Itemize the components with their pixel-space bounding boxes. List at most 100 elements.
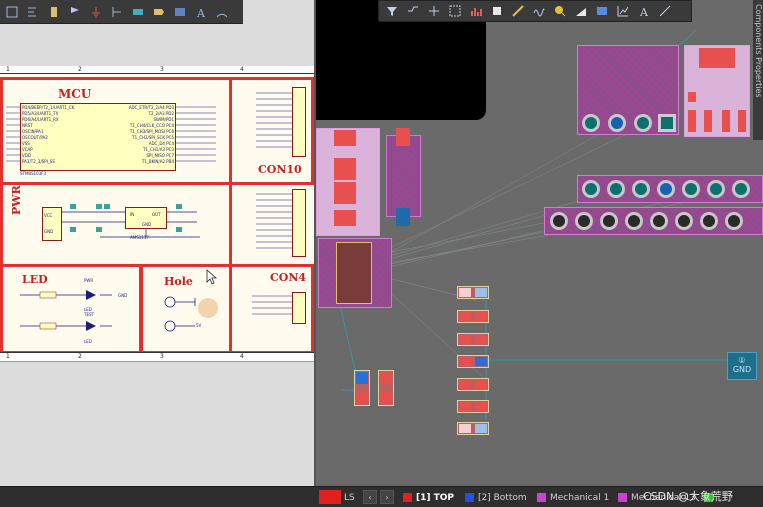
- smd-resistor[interactable]: [457, 378, 489, 391]
- led-gnd: GND: [118, 293, 128, 298]
- ruler-top-4: 4: [240, 66, 244, 73]
- mcu-pin-label-left: VSS: [22, 141, 30, 146]
- layer-label-mech1: Mechanical 1: [550, 492, 610, 503]
- power-icon[interactable]: [87, 3, 105, 21]
- schematic-toolbar: A: [0, 0, 243, 24]
- layer-prev-button[interactable]: ‹: [363, 490, 377, 504]
- pad-hole: [582, 180, 600, 198]
- flag-icon[interactable]: [66, 3, 84, 21]
- part-icon[interactable]: [129, 3, 147, 21]
- usb-pad: [738, 110, 746, 132]
- smd-resistor[interactable]: [457, 333, 489, 346]
- add-icon[interactable]: [425, 2, 443, 20]
- pwr-gnd: GND: [44, 229, 54, 234]
- wave-icon[interactable]: [530, 2, 548, 20]
- mcu-pin-label-left: OSCOUT/PA2: [22, 135, 48, 140]
- xtal-pad: [334, 130, 356, 146]
- smd-resistor[interactable]: [457, 355, 489, 368]
- port-icon[interactable]: [108, 3, 126, 21]
- smd-resistor[interactable]: [457, 422, 489, 435]
- smd-resistor[interactable]: [457, 310, 489, 323]
- pwr-vcc: VCC: [44, 213, 53, 218]
- arc-icon[interactable]: [213, 3, 231, 21]
- layer-next-button[interactable]: ›: [380, 490, 394, 504]
- rect-icon[interactable]: [446, 2, 464, 20]
- smd-resistor[interactable]: [457, 286, 489, 299]
- led-part-2: LED: [84, 339, 92, 344]
- gnd-pad[interactable]: ① GND: [727, 352, 757, 380]
- pad-hole: [550, 212, 568, 230]
- ruler-top-2: 2: [78, 66, 82, 73]
- label-icon[interactable]: [150, 3, 168, 21]
- layer-set-label[interactable]: LS: [344, 491, 355, 504]
- layers-icon[interactable]: [593, 2, 611, 20]
- smd-resistor[interactable]: [457, 400, 489, 413]
- schematic-sheet[interactable]: MCU STM8S103F3 CON10 PWR IN OUT GND AMS1…: [0, 66, 314, 362]
- bus-icon[interactable]: [45, 3, 63, 21]
- layer-tab-top[interactable]: [1] TOP: [403, 491, 454, 504]
- mcu-pin-label-left: PD6/A4/UART1_RX: [22, 117, 59, 122]
- xtal-pad: [334, 182, 356, 204]
- square-icon[interactable]: [488, 2, 506, 20]
- layer-set-color[interactable]: [319, 490, 341, 504]
- pad-hole: [608, 114, 626, 132]
- pad-hole: [582, 114, 600, 132]
- mcu-pin-label-left: VDD: [22, 153, 31, 158]
- filter-icon[interactable]: [383, 2, 401, 20]
- wire-icon[interactable]: [24, 3, 42, 21]
- mcu-pin-label-left: PD4/BEEP/T2_1/UART1_CK: [22, 105, 75, 110]
- pwr-wires: [62, 204, 200, 238]
- watermark: CSDN @大象荒野: [643, 490, 733, 503]
- text-icon[interactable]: A: [192, 3, 210, 21]
- cap-pad: [380, 372, 392, 384]
- mcu-pin-label-left: PD5/A3/UART1_TX: [22, 111, 59, 116]
- schematic-pane[interactable]: A MCU STM8S103F3 CON10 PWR IN OUT GND AM…: [0, 0, 314, 486]
- mcu-pin-label-left: PA3/T2_3/SPI_SS: [22, 159, 55, 164]
- route-icon[interactable]: [404, 2, 422, 20]
- stats-icon[interactable]: [614, 2, 632, 20]
- ruler-bottom-2: 2: [78, 353, 82, 360]
- text-icon[interactable]: A: [635, 2, 653, 20]
- ruler-bottom-4: 4: [240, 353, 244, 360]
- mcu-pin-label-right: SPI_MISO PC7: [146, 153, 174, 158]
- mouse-cursor-icon: [206, 269, 218, 285]
- layer-swatch-mech13: [618, 493, 627, 502]
- layer-swatch-bottom: [465, 493, 474, 502]
- ruler-top-1: 1: [6, 66, 10, 73]
- pad-hole: [650, 212, 668, 230]
- con10b-wires: [256, 193, 292, 249]
- gnd-pad-number: ①: [738, 356, 746, 365]
- pad-hole: [600, 212, 618, 230]
- pad-hole: [625, 212, 643, 230]
- layer-swatch-mech1: [537, 493, 546, 502]
- layer-tab-bottom[interactable]: [2] Bottom: [465, 491, 527, 504]
- pad-hole: [607, 180, 625, 198]
- chart-icon[interactable]: [467, 2, 485, 20]
- app-window: A MCU STM8S103F3 CON10 PWR IN OUT GND AM…: [0, 0, 763, 507]
- pad-hole: [700, 212, 718, 230]
- pin-icon[interactable]: [551, 2, 569, 20]
- pwr-reg-part: AMS1117: [130, 235, 149, 240]
- pcb-pane[interactable]: ① GND A Components Properties: [316, 0, 763, 486]
- sot-pad: [396, 208, 410, 226]
- led-pwr-label: PWR: [84, 278, 94, 283]
- pad-hole: [682, 180, 700, 198]
- net-icon[interactable]: [171, 3, 189, 21]
- usb-pad: [704, 110, 712, 132]
- sot-component[interactable]: [386, 135, 421, 217]
- side-panel-tab[interactable]: Components Properties: [753, 0, 763, 140]
- line-icon[interactable]: [656, 2, 674, 20]
- mcu-pin-label-left: OSCIN/PA1: [22, 129, 44, 134]
- mcu-pin-label-right: T2_2/A3 PD2: [148, 111, 174, 116]
- con4-wires: [252, 295, 292, 315]
- pad-hole: [707, 180, 725, 198]
- pad-hole: [575, 212, 593, 230]
- cap-pad: [356, 392, 368, 404]
- via-icon[interactable]: [509, 2, 527, 20]
- layer-tab-mechanical-1[interactable]: Mechanical 1: [537, 491, 609, 504]
- mcu-pin-label-left: NRST: [22, 123, 33, 128]
- box-icon[interactable]: [3, 3, 21, 21]
- ruler-bottom-3: 3: [160, 353, 164, 360]
- gnd-pad-label: GND: [732, 365, 752, 374]
- fill-icon[interactable]: [572, 2, 590, 20]
